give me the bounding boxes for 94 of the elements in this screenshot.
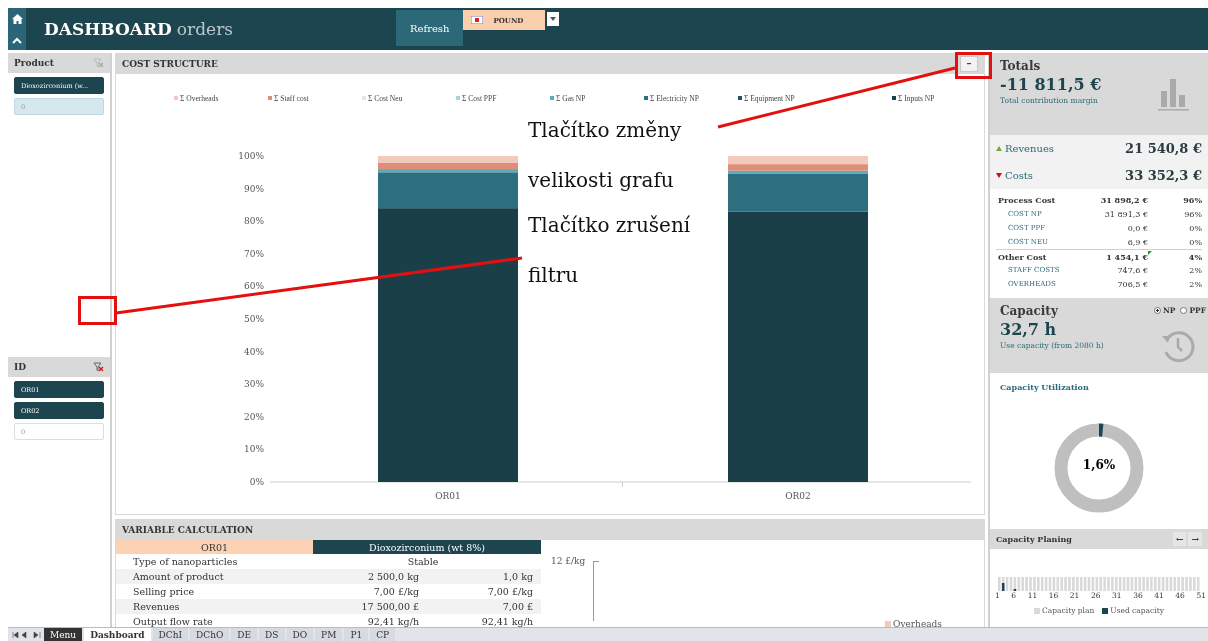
utilization-value: 1,6%	[1082, 458, 1116, 472]
comment-marker-icon	[1148, 251, 1152, 255]
nav-button[interactable]: →	[1188, 532, 1202, 546]
axis-tick-label: 50%	[244, 314, 264, 324]
table-cell-text: 1,0 kg	[502, 571, 534, 582]
axis-tick-label: 40%	[244, 346, 264, 357]
axis-tick-label: 60%	[244, 281, 264, 292]
cost-share: 0%	[1189, 237, 1202, 247]
axis-tick-label: 70%	[244, 248, 264, 259]
category-label: OR01	[435, 491, 461, 501]
home-icon[interactable]	[11, 14, 23, 25]
cost-value: 31 891,3 €	[1104, 209, 1148, 219]
axis-tick-label: 100%	[238, 151, 264, 161]
cost-value: 1 454,1 €	[1106, 251, 1148, 262]
cost-share: 2%	[1189, 279, 1202, 289]
table-cell-text: Stable	[406, 556, 440, 567]
cost-value: 747,6 €	[1117, 265, 1148, 275]
table-cell-text: 17 500,00 £	[360, 601, 420, 612]
flag-icon	[471, 16, 484, 24]
legend-item: Overheads	[885, 619, 942, 629]
axis-tick-label: 10%	[244, 444, 264, 455]
cost-share: 2%	[1189, 265, 1202, 275]
cost-share: 96%	[1183, 195, 1202, 205]
cost-value: 6,9 €	[1127, 237, 1148, 247]
down-triangle-icon	[996, 173, 1002, 178]
row-label: Output flow rate	[132, 616, 214, 627]
revenues-label: Revenues	[996, 143, 1054, 154]
axis-label: 12 £/kg	[551, 556, 586, 568]
table-cell-text: 7,00 £/kg	[372, 586, 420, 597]
cost-label: Process Cost	[997, 195, 1057, 205]
filter-clear-icon[interactable]	[93, 362, 104, 373]
row-label: Selling price	[132, 586, 196, 597]
dropdown-button[interactable]	[547, 12, 560, 26]
dashboard-subtitle: orders	[176, 19, 233, 39]
axis-tick-label: 30%	[244, 379, 264, 390]
refresh-button[interactable]: Refresh	[396, 10, 464, 46]
sheet-tab[interactable]: P1	[344, 628, 369, 641]
minus-icon	[967, 63, 971, 65]
chart-axis	[593, 561, 600, 621]
sheet-tab[interactable]: DS	[259, 628, 285, 641]
capacity-title: Capacity	[1000, 304, 1058, 318]
utilization-title: Capacity Utilization	[1000, 382, 1089, 392]
cost-share: 4%	[1188, 251, 1202, 262]
annotation-text: Tlačítko změny	[528, 118, 682, 142]
collapse-icon[interactable]	[12, 36, 22, 44]
sheet-tab[interactable]: Dashboard	[84, 628, 151, 641]
revenues-value: 21 540,8 €	[1125, 141, 1202, 156]
row-label: Revenues	[132, 601, 181, 612]
sheet-tab[interactable]: DO	[286, 628, 314, 641]
up-triangle-icon	[996, 146, 1002, 151]
costs-value: 33 352,3 €	[1125, 168, 1202, 183]
table-cell-text: 7,00 £/kg	[486, 586, 534, 597]
cost-value: 31 898,2 €	[1100, 195, 1148, 205]
panel-title: Capacity Planing	[996, 534, 1072, 544]
sheet-tab[interactable]: PM	[315, 628, 343, 641]
panel-title: COST STRUCTURE	[122, 59, 218, 69]
sheet-tab[interactable]: Menu	[44, 628, 83, 641]
sheet-tab[interactable]: DChO	[190, 628, 230, 641]
category-label: OR02	[785, 491, 811, 501]
table-cell-text: 7,00 £	[501, 601, 534, 612]
table-cell-text: 92,41 kg/h	[480, 616, 534, 627]
filter-title: Product	[14, 58, 54, 68]
product-heading: Dioxozirconium (wt 8%)	[313, 540, 541, 554]
cost-share: 0%	[1189, 223, 1202, 233]
cost-share: 96%	[1184, 209, 1202, 219]
filter-title: ID	[14, 362, 26, 373]
sheet-tab[interactable]: DChI	[152, 628, 189, 641]
bar-chart-icon	[1158, 77, 1190, 111]
capacity-value: 32,7 h	[1000, 320, 1057, 339]
nav-button[interactable]: ←	[1172, 532, 1187, 546]
cost-label: Other Cost	[997, 251, 1048, 262]
panel-title: VARIABLE CALCULATION	[122, 525, 254, 535]
dashboard-title: DASHBOARD	[44, 19, 172, 39]
history-icon	[1160, 328, 1196, 364]
sheet-tab[interactable]: CP	[370, 628, 396, 641]
axis-tick-label: 0%	[249, 477, 264, 487]
table-cell-text: 2 500,0 kg	[366, 571, 420, 582]
caret-icon	[550, 17, 557, 21]
totals-title: Totals	[1000, 59, 1041, 73]
order-heading: OR01	[116, 540, 313, 554]
sheet-tab[interactable]: DE	[231, 628, 258, 641]
row-label: Type of nanoparticles	[132, 556, 239, 567]
axis-tick-label: 90%	[244, 183, 264, 194]
axis-tick-label: 20%	[244, 411, 264, 422]
total-value: -11 811,5 €	[1000, 75, 1102, 94]
table-cell-text: 92,41 kg/h	[366, 616, 420, 627]
cost-value: 706,5 €	[1117, 279, 1148, 289]
row-label: Amount of product	[132, 571, 225, 582]
axis-tick-label: 80%	[244, 216, 264, 227]
highlight-frame	[955, 52, 992, 79]
highlight-frame	[78, 296, 117, 325]
costs-label: Costs	[996, 170, 1033, 181]
sheet-nav-icon[interactable]	[12, 630, 42, 639]
cost-value: 0,0 €	[1127, 223, 1148, 233]
